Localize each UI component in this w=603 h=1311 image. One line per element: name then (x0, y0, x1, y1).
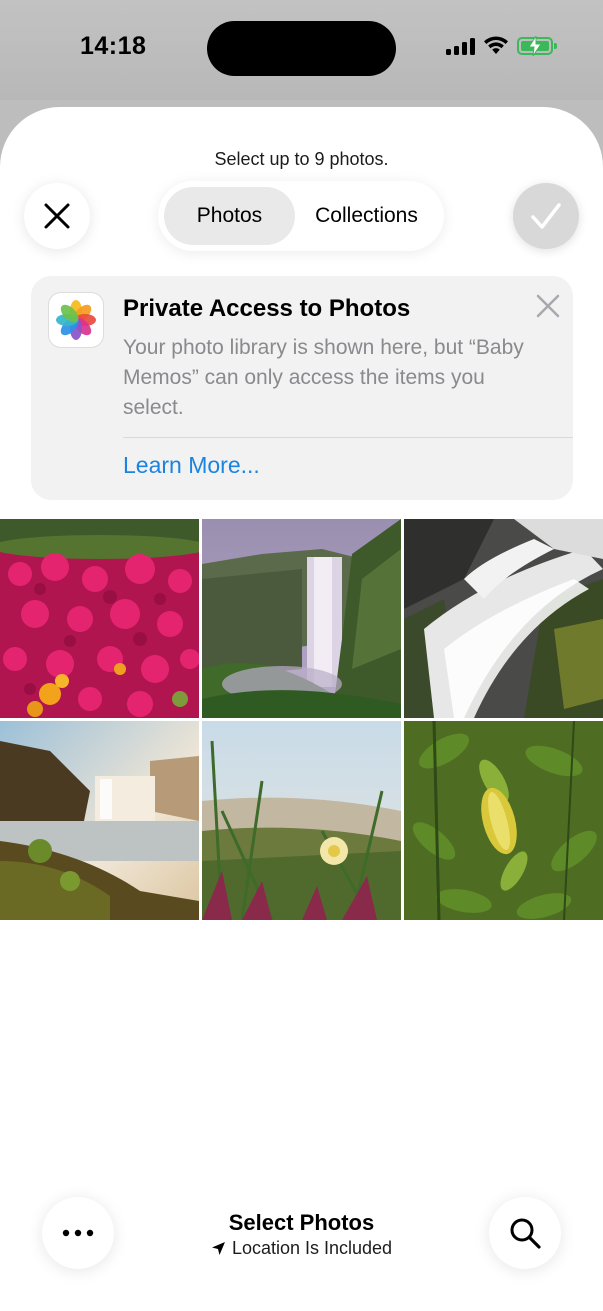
status-time: 14:18 (80, 32, 147, 60)
dismiss-card-button[interactable] (533, 291, 563, 321)
photo-picker-sheet: Select up to 9 photos. Photos Collection… (0, 107, 603, 1311)
selection-hint: Select up to 9 photos. (214, 149, 389, 169)
close-button[interactable] (24, 183, 90, 249)
photo-tile-1[interactable] (0, 519, 199, 718)
photos-app-icon (48, 292, 104, 348)
photo-tile-6[interactable] (404, 721, 603, 920)
dynamic-island (207, 21, 396, 76)
photo-pink-flowers (0, 519, 199, 718)
close-icon (536, 294, 560, 318)
search-button[interactable] (489, 1197, 561, 1269)
cellular-signal-icon (446, 37, 475, 55)
photo-tile-2[interactable] (202, 519, 401, 718)
card-title: Private Access to Photos (123, 295, 411, 322)
photo-green-leaves (404, 721, 603, 920)
divider (123, 437, 573, 438)
photo-waterfall-sunset (0, 721, 199, 920)
tab-collections[interactable]: Collections (295, 187, 438, 245)
photo-waterfall-rocks (404, 519, 603, 718)
close-icon (44, 203, 70, 229)
learn-more-link[interactable]: Learn More... (123, 452, 260, 479)
status-icons (446, 35, 557, 56)
location-arrow-icon (211, 1242, 225, 1255)
photo-waterfall-cliff (202, 519, 401, 718)
done-button[interactable] (513, 183, 579, 249)
view-segmented-control: Photos Collections (158, 181, 444, 251)
battery-charging-icon (517, 35, 557, 56)
tab-photos[interactable]: Photos (164, 187, 295, 245)
photo-tile-5[interactable] (202, 721, 401, 920)
wifi-icon (484, 36, 508, 54)
checkmark-icon (531, 203, 561, 229)
status-bar: 14:18 (0, 0, 603, 100)
location-status-text: Location Is Included (231, 1238, 393, 1258)
photo-tile-3[interactable] (404, 519, 603, 718)
card-body: Your photo library is shown here, but “B… (123, 336, 524, 419)
private-access-card: Private Access to Photos Your photo libr… (31, 276, 573, 500)
search-icon (510, 1218, 541, 1249)
photo-beach-grass-flower (202, 721, 401, 920)
photo-tile-4[interactable] (0, 721, 199, 920)
